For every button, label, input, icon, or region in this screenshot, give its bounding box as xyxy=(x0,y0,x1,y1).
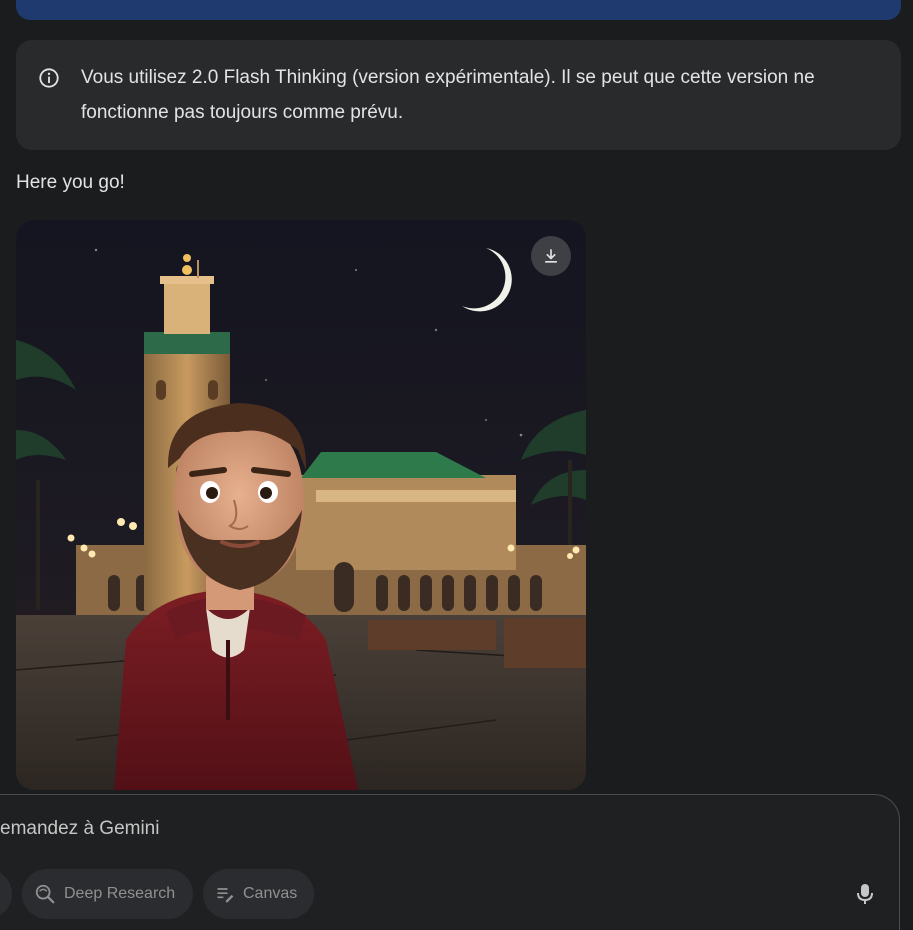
previous-message-bubble xyxy=(16,0,901,20)
info-icon xyxy=(39,68,59,88)
canvas-button[interactable]: Canvas xyxy=(203,869,314,919)
prompt-input[interactable]: emandez à Gemini xyxy=(0,818,159,840)
canvas-icon xyxy=(217,888,234,903)
experimental-notice: Vous utilisez 2.0 Flash Thinking (versio… xyxy=(16,40,901,150)
mic-icon xyxy=(857,884,873,904)
response-text: Here you go! xyxy=(16,172,125,193)
gemini-chat-page: Vous utilisez 2.0 Flash Thinking (versio… xyxy=(0,0,913,930)
microphone-button[interactable] xyxy=(850,876,880,912)
deep-research-button[interactable]: Deep Research xyxy=(22,869,193,919)
deep-research-label: Deep Research xyxy=(64,885,176,902)
generated-image[interactable] xyxy=(16,220,586,790)
notice-text: Vous utilisez 2.0 Flash Thinking (versio… xyxy=(81,67,815,123)
deep-research-icon xyxy=(35,884,55,904)
generated-image-illustration xyxy=(16,220,586,790)
download-button[interactable] xyxy=(531,236,571,276)
canvas-label: Canvas xyxy=(243,885,298,902)
download-icon xyxy=(545,249,557,263)
